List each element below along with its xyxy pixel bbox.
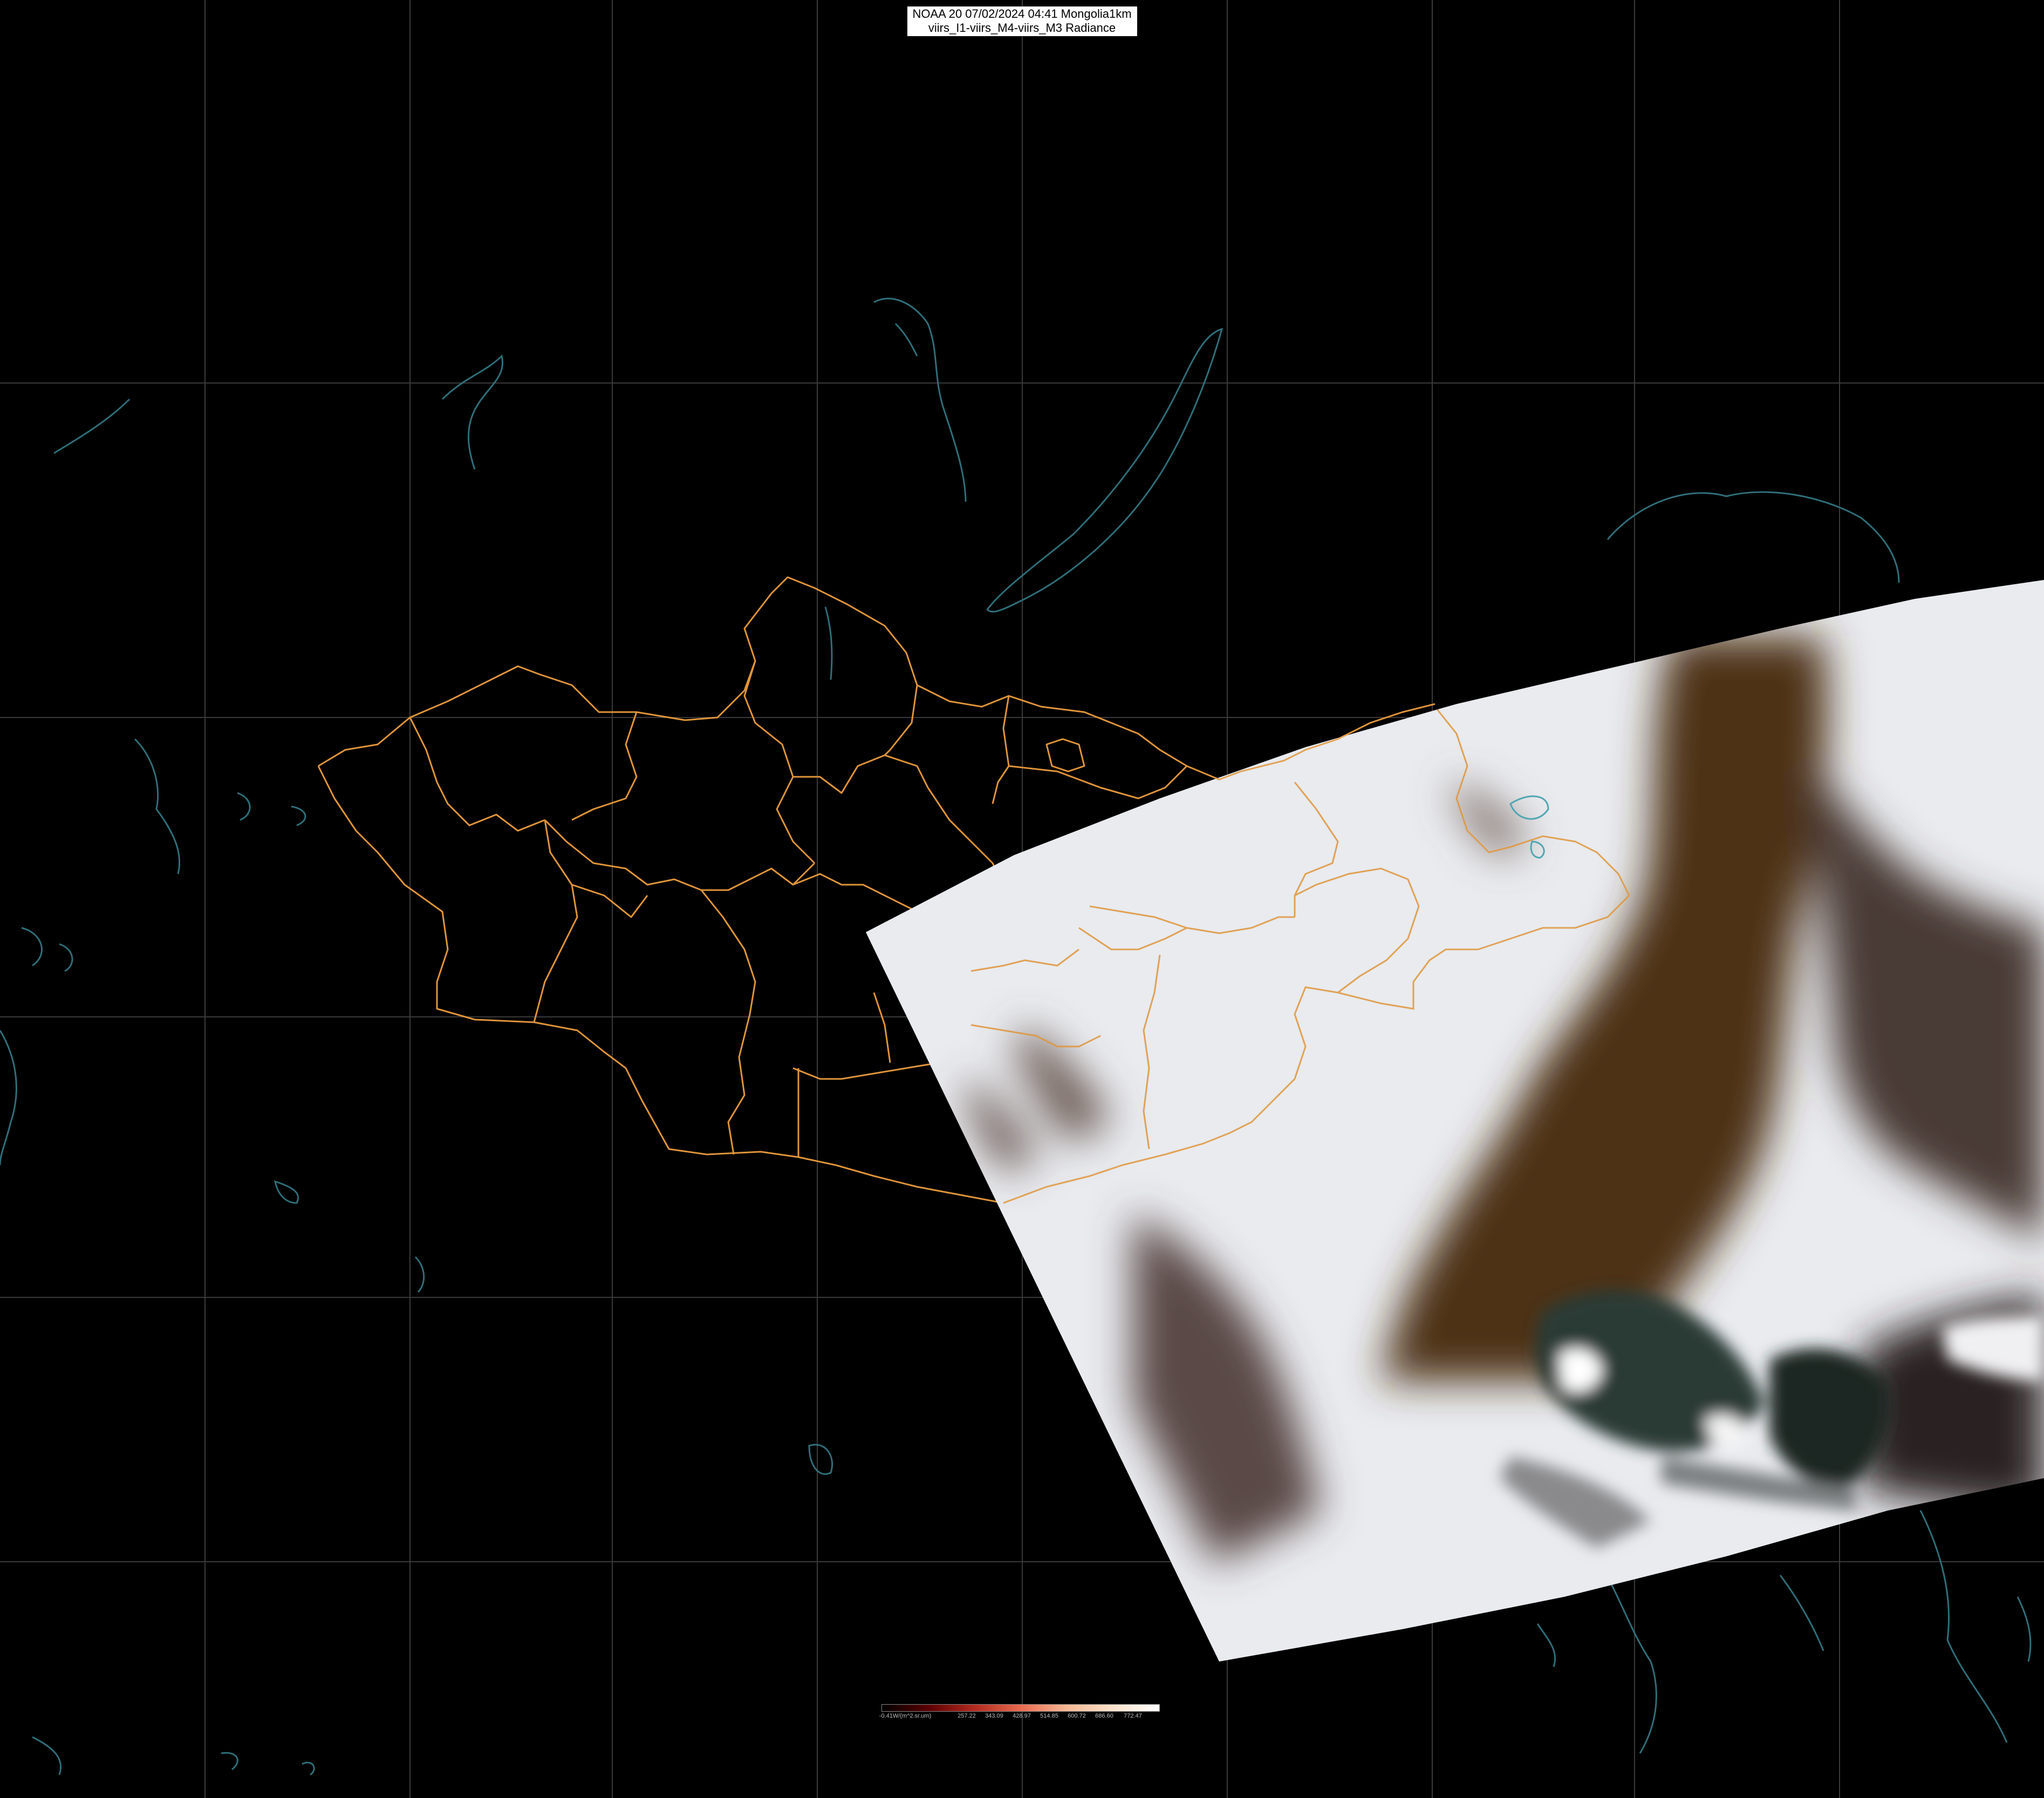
title-line-satellite: NOAA 20 07/02/2024 04:41 Mongolia1km: [912, 7, 1132, 20]
colorbar-tick-6: 686.60: [1095, 1713, 1113, 1719]
satellite-map: NOAA 20 07/02/2024 04:41 Mongolia1km vii…: [0, 0, 2044, 1798]
colorbar-tick-3: 428.97: [1013, 1713, 1031, 1719]
colorbar-ticks: -0.41W/(m^2.sr.um) 257.22 343.09 428.97 …: [879, 1712, 1160, 1721]
colorbar-tick-5: 600.72: [1068, 1713, 1086, 1719]
colorbar-legend: -0.41W/(m^2.sr.um) 257.22 343.09 428.97 …: [879, 1704, 1160, 1721]
colorbar-tick-0: -0.41W/(m^2.sr.um): [879, 1713, 932, 1719]
map-canvas: [0, 0, 2044, 1798]
colorbar-ramp: [881, 1704, 1160, 1712]
colorbar-tick-1: 257.22: [958, 1713, 976, 1719]
colorbar-tick-7: 772.47: [1124, 1713, 1142, 1719]
title-line-bands: viirs_I1-viirs_M4-viirs_M3 Radiance: [928, 21, 1116, 35]
colorbar-tick-2: 343.09: [985, 1713, 1003, 1719]
colorbar-tick-4: 514.85: [1040, 1713, 1058, 1719]
map-title: NOAA 20 07/02/2024 04:41 Mongolia1km vii…: [907, 6, 1137, 36]
